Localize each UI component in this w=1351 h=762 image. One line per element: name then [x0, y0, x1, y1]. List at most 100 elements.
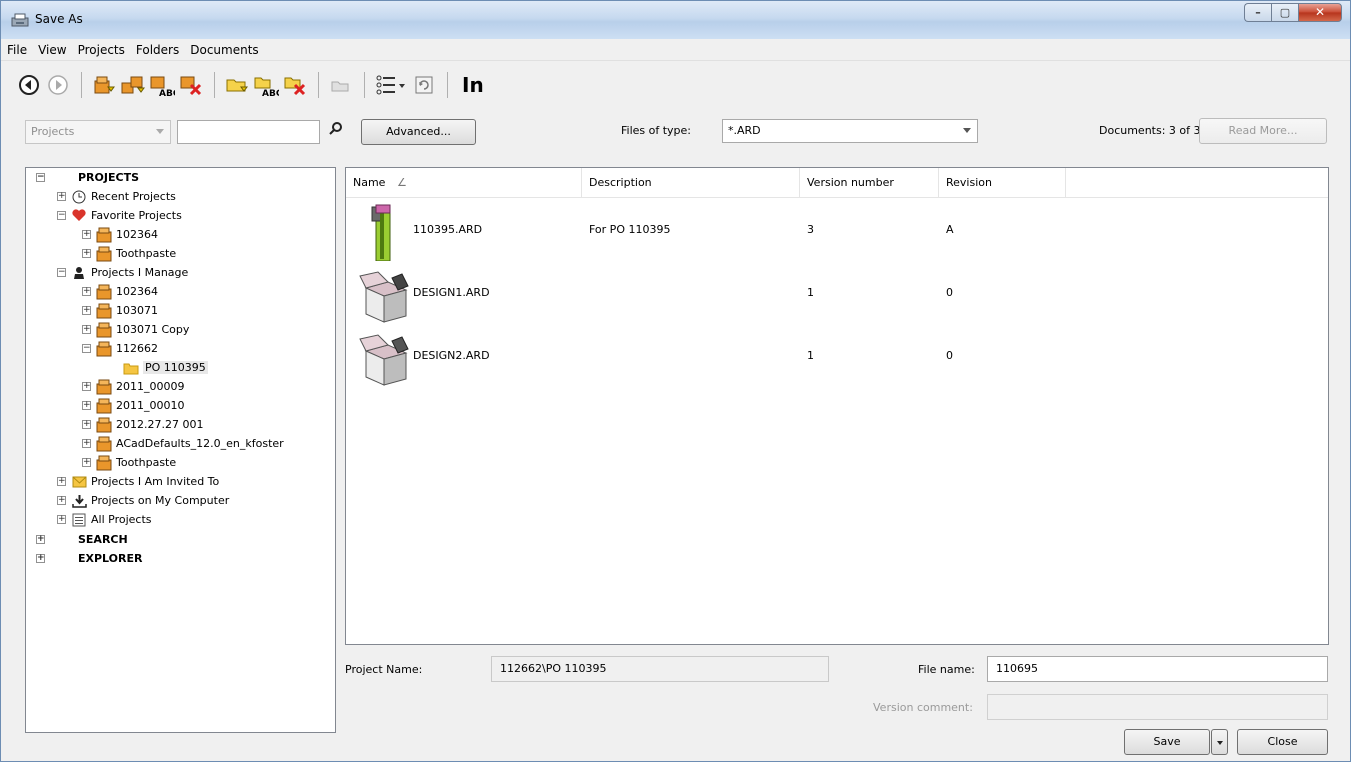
close-button[interactable]: Close [1237, 729, 1328, 755]
menu-view[interactable]: View [38, 43, 66, 57]
project-tree[interactable]: − PROJECTS + Recent Projects − Favorite … [25, 167, 336, 733]
table-row[interactable]: 110395.ARD For PO 110395 3 A [346, 199, 1328, 261]
view-options-button[interactable] [373, 70, 409, 100]
table-row[interactable]: DESIGN2.ARD 1 0 [346, 325, 1328, 387]
delete-folder-button[interactable] [281, 70, 309, 100]
delete-folder-icon [284, 77, 306, 96]
expand-icon[interactable]: + [57, 192, 66, 201]
rename-folder-button[interactable]: ABC [252, 70, 280, 100]
tree-item-project[interactable]: + Toothpaste [82, 244, 176, 263]
open-folder-icon [331, 81, 349, 92]
expand-icon[interactable]: + [82, 249, 91, 258]
tree-item-project[interactable]: + Toothpaste [82, 453, 176, 472]
tree-item-projects-invited[interactable]: + Projects I Am Invited To [57, 472, 219, 491]
new-project-icon [94, 76, 115, 94]
maximize-button[interactable]: ▢ [1271, 3, 1298, 22]
collapse-icon[interactable]: − [36, 173, 45, 182]
rename-project-button[interactable]: ABC [148, 70, 176, 100]
column-header-revision[interactable]: Revision [939, 168, 1066, 198]
expand-icon[interactable]: + [57, 477, 66, 486]
column-header-name[interactable]: Name ∠ [346, 168, 582, 198]
expand-icon[interactable]: + [36, 554, 45, 563]
tree-item-favorite-projects[interactable]: − Favorite Projects [57, 206, 182, 225]
tree-item-project[interactable]: + ACadDefaults_12.0_en_kfoster [82, 434, 284, 453]
list-icon [71, 512, 87, 528]
expand-icon[interactable]: + [82, 458, 91, 467]
expand-icon[interactable]: + [57, 496, 66, 505]
files-of-type-label: Files of type: [621, 124, 692, 137]
expand-icon[interactable]: + [82, 287, 91, 296]
expand-icon[interactable]: + [82, 230, 91, 239]
menu-bar: File View Projects Folders Documents [1, 39, 1350, 61]
tree-item-project[interactable]: − 112662 [82, 339, 158, 358]
save-button[interactable]: Save [1124, 729, 1210, 755]
menu-file[interactable]: File [7, 43, 27, 57]
file-name-label: File name: [918, 663, 975, 676]
expand-icon[interactable]: + [57, 515, 66, 524]
tree-item-projects-my-computer[interactable]: + Projects on My Computer [57, 491, 229, 510]
tree-item-project[interactable]: + 103071 Copy [82, 320, 189, 339]
new-sub-project-button[interactable] [119, 70, 147, 100]
search-icon[interactable] [328, 121, 344, 140]
collapse-icon[interactable]: − [57, 211, 66, 220]
save-options-dropdown[interactable] [1211, 729, 1228, 755]
expand-icon[interactable]: + [82, 439, 91, 448]
minimize-button[interactable]: – [1244, 3, 1271, 22]
file-name-input[interactable]: 110695 [987, 656, 1328, 682]
tree-item-project[interactable]: + 102364 [82, 225, 158, 244]
file-name-cell: DESIGN2.ARD [413, 349, 490, 362]
advanced-button[interactable]: Advanced... [361, 119, 476, 145]
collapse-icon[interactable]: − [82, 344, 91, 353]
tree-item-project[interactable]: + 102364 [82, 282, 158, 301]
tree-item-projects[interactable]: − PROJECTS [36, 168, 139, 187]
expand-icon[interactable]: + [36, 535, 45, 544]
project-box-icon [96, 436, 112, 452]
new-folder-button[interactable] [223, 70, 251, 100]
files-of-type-value: *.ARD [728, 124, 761, 137]
tree-item-project[interactable]: + 2011_00010 [82, 396, 185, 415]
tree-item-project[interactable]: + 2012.27.27 001 [82, 415, 203, 434]
expand-icon[interactable]: + [82, 325, 91, 334]
table-row[interactable]: DESIGN1.ARD 1 0 [346, 262, 1328, 324]
minimize-icon: – [1255, 6, 1261, 19]
expand-icon[interactable]: + [82, 401, 91, 410]
title-bar[interactable]: Save As – ▢ ✕ [1, 1, 1350, 39]
menu-documents[interactable]: Documents [190, 43, 258, 57]
expand-icon[interactable]: + [82, 382, 91, 391]
project-name-field: 112662\PO 110395 [491, 656, 829, 682]
forward-button[interactable] [44, 70, 72, 100]
close-window-button[interactable]: ✕ [1298, 3, 1342, 22]
menu-projects[interactable]: Projects [78, 43, 125, 57]
menu-folders[interactable]: Folders [136, 43, 179, 57]
in-button[interactable]: In [462, 73, 484, 97]
version-cell: 1 [807, 286, 814, 299]
version-comment-input[interactable] [987, 694, 1328, 720]
refresh-button[interactable] [410, 70, 438, 100]
column-header-version[interactable]: Version number [800, 168, 939, 198]
search-input[interactable] [177, 120, 320, 144]
tree-item-explorer[interactable]: + EXPLORER [36, 549, 142, 568]
files-of-type-dropdown[interactable]: *.ARD [722, 119, 978, 143]
read-more-button[interactable]: Read More... [1199, 118, 1327, 144]
project-box-icon [96, 303, 112, 319]
window-controls: – ▢ ✕ [1244, 3, 1342, 22]
tree-item-project[interactable]: + 2011_00009 [82, 377, 185, 396]
tree-item-projects-i-manage[interactable]: − Projects I Manage [57, 263, 188, 282]
tree-item-project[interactable]: + 103071 [82, 301, 158, 320]
search-scope-dropdown[interactable]: Projects [25, 120, 171, 144]
expand-icon[interactable]: + [82, 420, 91, 429]
column-header-description[interactable]: Description [582, 168, 800, 198]
tree-item-recent-projects[interactable]: + Recent Projects [57, 187, 176, 206]
new-project-button[interactable] [90, 70, 118, 100]
file-list[interactable]: Name ∠ Description Version number Revisi… [345, 167, 1329, 645]
tree-item-all-projects[interactable]: + All Projects [57, 510, 152, 529]
expand-icon[interactable]: + [82, 306, 91, 315]
open-folder-button[interactable] [327, 70, 355, 100]
back-button[interactable] [15, 70, 43, 100]
collapse-icon[interactable]: − [57, 268, 66, 277]
search-row: Projects Advanced... Files of type: *.AR… [1, 109, 1350, 155]
chevron-down-icon [156, 129, 164, 134]
tree-item-folder-selected[interactable]: PO 110395 [123, 358, 208, 377]
delete-project-button[interactable] [177, 70, 205, 100]
tree-item-search[interactable]: + SEARCH [36, 530, 128, 549]
